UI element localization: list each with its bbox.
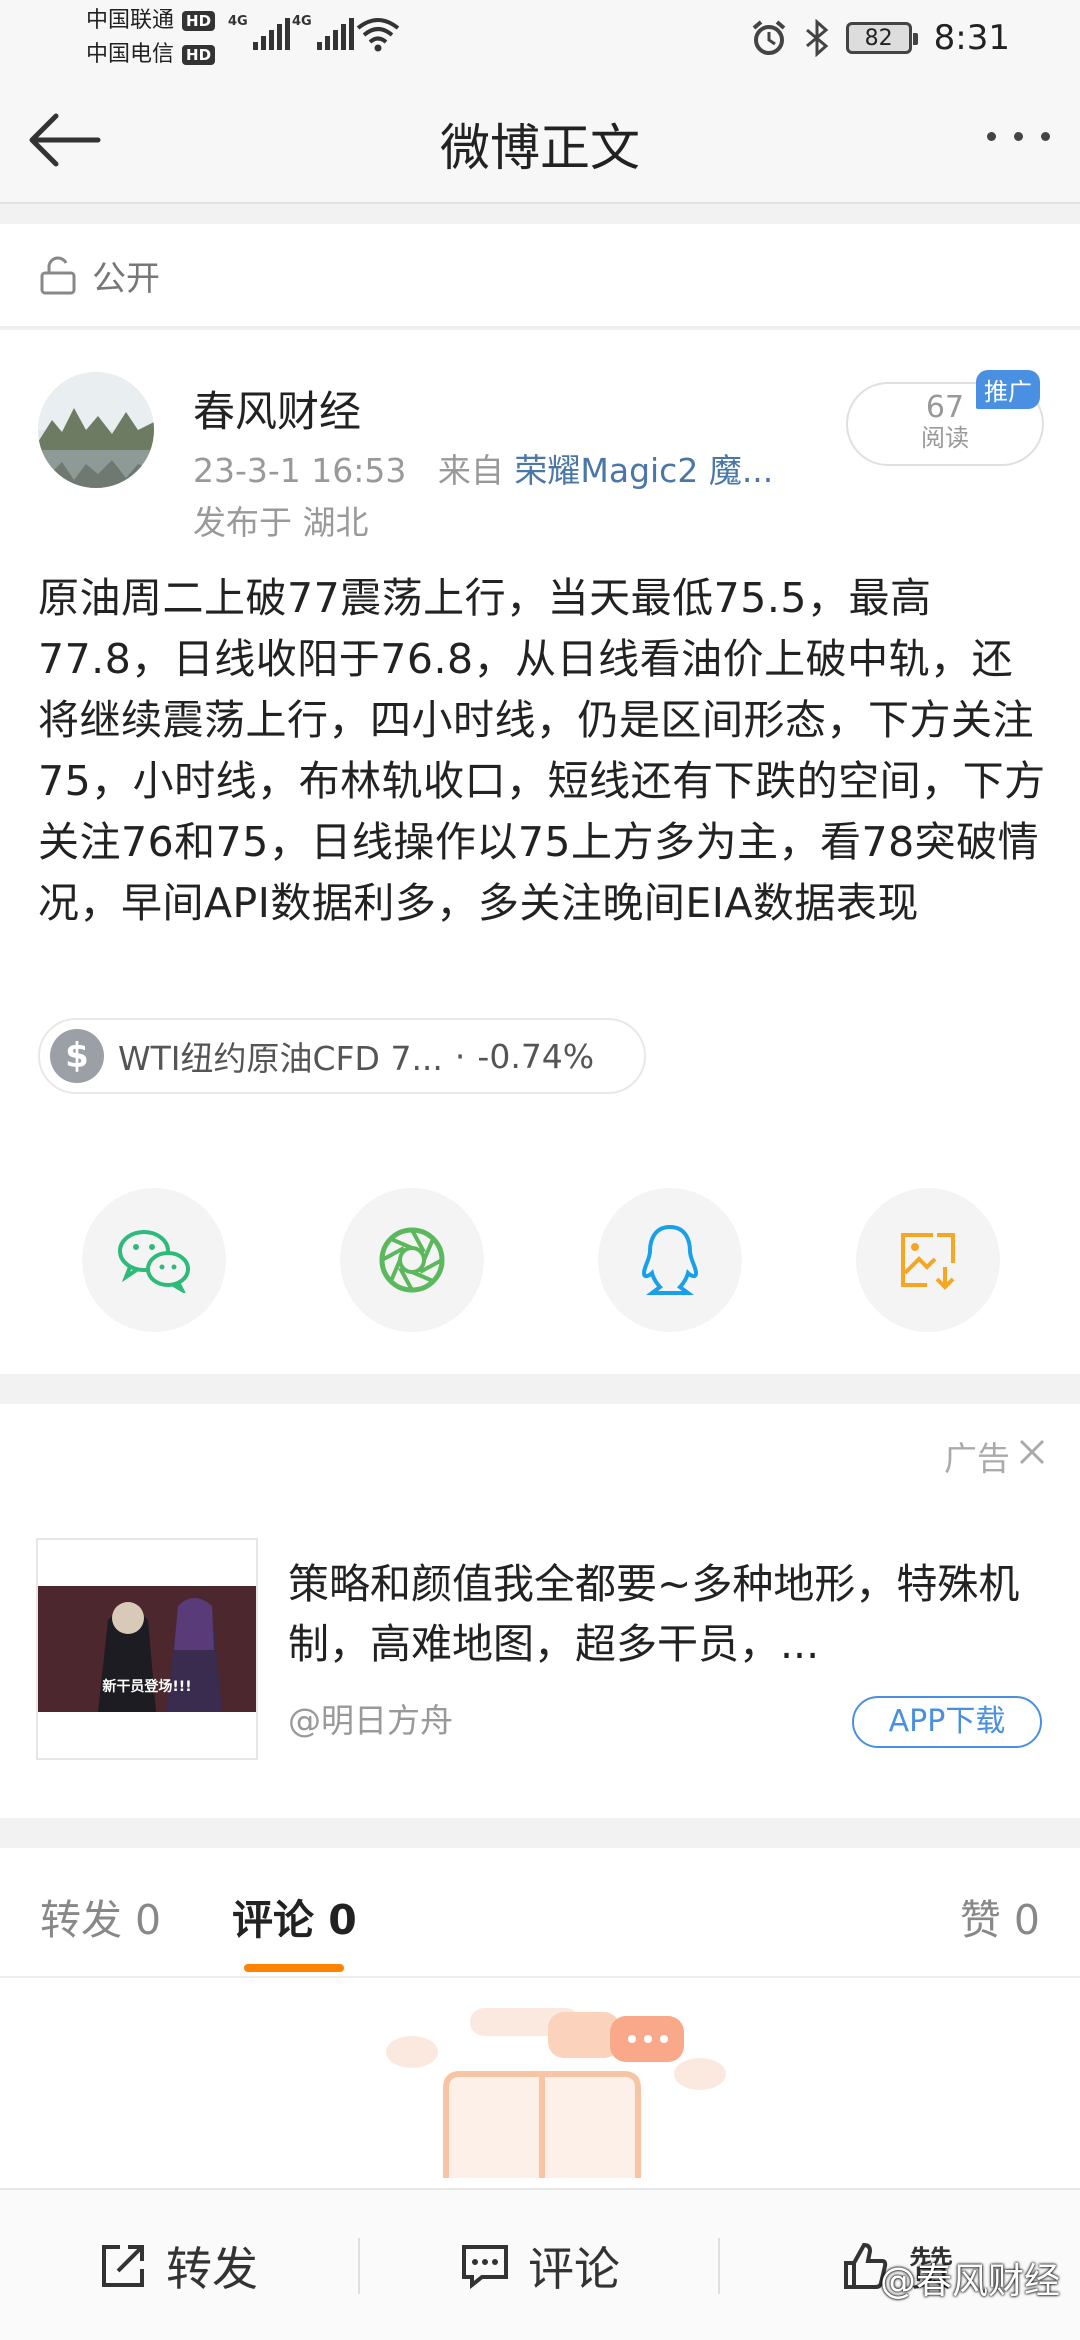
- post-date: 23-3-1 16:53: [193, 451, 407, 490]
- avatar-landscape-image: [38, 372, 154, 488]
- carrier-1: 中国联通: [86, 8, 175, 33]
- share-moments-button[interactable]: [340, 1188, 484, 1332]
- clock: 8:31: [933, 18, 1010, 58]
- app-download-button[interactable]: APP下载: [852, 1696, 1042, 1748]
- separator-dot: ·: [454, 1036, 466, 1076]
- status-bar: 中国联通 HD 中国电信 HD 4G 4G 82 8:31: [0, 0, 1080, 80]
- read-label: 阅读: [921, 424, 969, 452]
- avatar[interactable]: [38, 372, 154, 488]
- tab-reposts[interactable]: 转发 0: [40, 1886, 161, 1946]
- hd-badge: HD: [182, 11, 216, 31]
- repost-button[interactable]: 转发: [98, 2190, 258, 2340]
- signal-icon: 4G: [228, 14, 290, 50]
- wechat-icon: [118, 1230, 190, 1293]
- post-location: 发布于 湖北: [193, 503, 369, 542]
- post-meta: 23-3-1 16:53 来自 荣耀Magic2 魔...: [193, 444, 773, 492]
- ad-label: 广告: [944, 1439, 1010, 1478]
- carrier-2: 中国电信: [86, 42, 175, 67]
- ad-card[interactable]: 广告 新干员登场!!! 策略和颜值我全都要~多种地形，特殊机制，高难地图，超多干…: [0, 1404, 1080, 1818]
- carrier-info: 中国联通 HD 中国电信 HD: [86, 4, 216, 72]
- ad-game-art-image: [38, 1586, 256, 1712]
- unlock-icon: [40, 256, 76, 295]
- close-icon[interactable]: [1018, 1438, 1046, 1466]
- stock-name: WTI纽约原油CFD 7...: [118, 1039, 443, 1078]
- empty-comments-area: [0, 1978, 1080, 2188]
- author-name[interactable]: 春风财经: [193, 378, 361, 439]
- ad-thumbnail[interactable]: 新干员登场!!!: [36, 1538, 258, 1760]
- stock-change: -0.74%: [477, 1036, 595, 1076]
- share-row: [0, 1188, 1080, 1338]
- empty-sofa-illustration: [386, 2008, 726, 2178]
- active-tab-indicator: [244, 1964, 344, 1972]
- navigation-bar: 微博正文: [0, 80, 1080, 204]
- tab-likes[interactable]: 赞 0: [960, 1886, 1040, 1946]
- comment-button[interactable]: 评论: [460, 2190, 620, 2340]
- promo-badge[interactable]: 推广: [976, 370, 1040, 409]
- share-qq-button[interactable]: [598, 1188, 742, 1332]
- interaction-tabs: 转发 0 评论 0 赞 0: [0, 1848, 1080, 1978]
- ad-thumb-caption: 新干员登场!!!: [102, 1679, 192, 1695]
- more-options-button[interactable]: [987, 132, 1050, 141]
- ad-source[interactable]: @明日方舟: [288, 1694, 453, 1742]
- visibility-row: 公开: [0, 224, 1080, 328]
- save-image-button[interactable]: [856, 1188, 1000, 1332]
- save-image-icon: [901, 1233, 955, 1290]
- hd-badge: HD: [182, 45, 216, 65]
- from-label: 来自: [437, 451, 504, 490]
- watermark: @春风财经: [880, 2261, 1061, 2302]
- qq-icon: [641, 1224, 699, 1295]
- alarm-icon: [752, 20, 785, 55]
- stock-tag[interactable]: $ WTI纽约原油CFD 7... · -0.74%: [38, 1018, 646, 1094]
- tab-comments[interactable]: 评论 0: [232, 1886, 357, 1946]
- dollar-icon: $: [50, 1029, 104, 1083]
- post-card: 春风财经 23-3-1 16:53 来自 荣耀Magic2 魔... 发布于 湖…: [0, 330, 1080, 1374]
- bluetooth-icon: [805, 19, 828, 57]
- ad-title[interactable]: 策略和颜值我全都要~多种地形，特殊机制，高难地图，超多干员，...: [288, 1554, 1048, 1674]
- share-wechat-button[interactable]: [82, 1188, 226, 1332]
- post-text: 原油周二上破77震荡上行，当天最低75.5，最高77.8，日线收阳于76.8，从…: [38, 574, 1046, 927]
- page-title: 微博正文: [440, 119, 640, 177]
- device-link[interactable]: 荣耀Magic2 魔...: [514, 451, 773, 490]
- moments-icon: [379, 1227, 445, 1293]
- wifi-icon: [356, 18, 400, 52]
- comment-icon: [462, 2245, 508, 2290]
- visibility-label: 公开: [92, 258, 160, 299]
- repost-icon: [102, 2245, 144, 2287]
- battery-indicator: 82: [845, 22, 918, 54]
- signal-icon: 4G: [292, 14, 354, 50]
